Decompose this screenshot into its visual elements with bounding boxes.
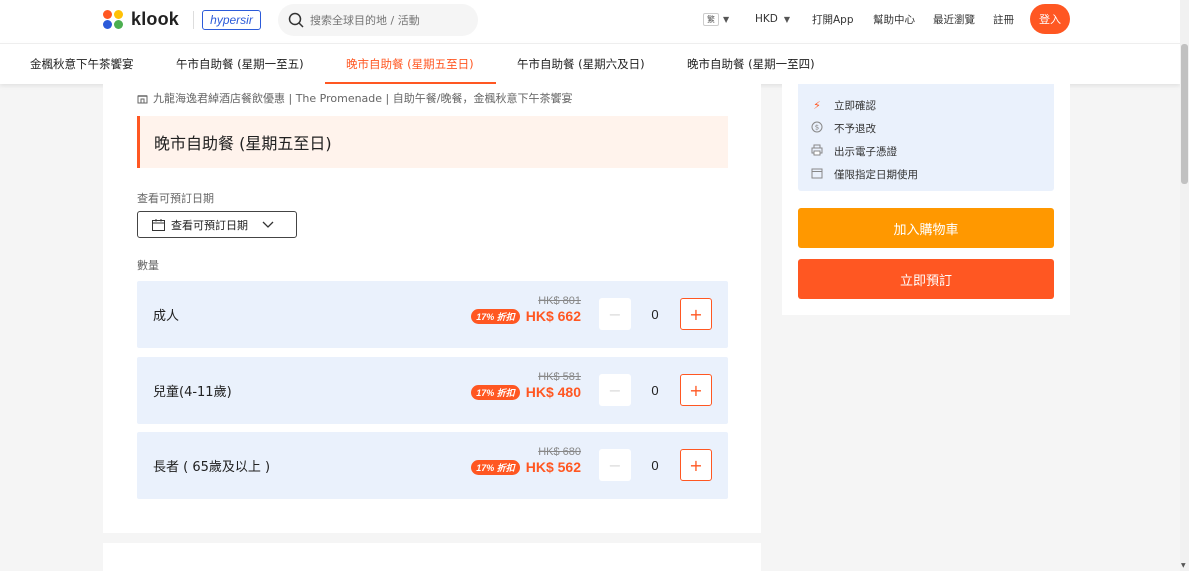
- price-block: HK$ 801 17% 折扣 HK$ 662: [471, 295, 581, 324]
- increase-quantity-button[interactable]: +: [680, 298, 712, 330]
- logo-divider: [193, 11, 194, 29]
- chevron-down-icon: ▼: [783, 14, 791, 24]
- open-app-link[interactable]: 打開App: [812, 0, 854, 38]
- quantity-label: 數量: [137, 259, 159, 272]
- price-block: HK$ 680 17% 折扣 HK$ 562: [471, 446, 581, 475]
- printer-icon: [810, 144, 824, 159]
- tab-lunch-weekend[interactable]: 午市自助餐 (星期六及日): [517, 44, 645, 84]
- increase-quantity-button[interactable]: +: [680, 374, 712, 406]
- ticket-row-adult: 成人 HK$ 801 17% 折扣 HK$ 662 − 0 +: [137, 281, 728, 348]
- svg-text:$: $: [815, 124, 819, 132]
- tab-afternoon-tea[interactable]: 金楓秋意下午茶饗宴: [30, 44, 134, 84]
- breadcrumb: 九龍海逸君綽酒店餐飲優惠 | The Promenade | 自助午餐/晚餐，金…: [137, 90, 572, 106]
- help-center-link[interactable]: 幫助中心: [873, 0, 915, 38]
- ticket-row-senior: 長者 ( 65歲及以上 ) HK$ 680 17% 折扣 HK$ 562 − 0…: [137, 432, 728, 499]
- feature-text: 僅限指定日期使用: [834, 169, 918, 181]
- feature-list: ⚡ 立即確認 $ 不予退改 出示電子憑證 僅限指定日期使用: [798, 84, 1054, 191]
- ticket-type-label: 兒童(4-11歲): [153, 385, 232, 400]
- original-price: HK$ 680: [538, 446, 581, 458]
- tab-dinner-fri-sun[interactable]: 晚市自助餐 (星期五至日): [346, 44, 474, 84]
- chevron-down-icon: [262, 221, 274, 228]
- original-price: HK$ 801: [538, 295, 581, 307]
- tab-lunch-weekday[interactable]: 午市自助餐 (星期一至五): [176, 44, 304, 84]
- discount-badge: 17% 折扣: [471, 384, 520, 400]
- search-input[interactable]: [310, 13, 460, 27]
- quantity-value: 0: [651, 457, 659, 473]
- book-now-button[interactable]: 立即預訂: [798, 259, 1054, 299]
- bolt-icon: ⚡: [813, 99, 821, 112]
- decrease-quantity-button[interactable]: −: [599, 298, 631, 330]
- quantity-value: 0: [651, 306, 659, 322]
- discounted-price: HK$ 662: [525, 308, 581, 324]
- klook-logo-icon: [103, 9, 125, 30]
- ticket-type-label: 成人: [153, 309, 180, 324]
- decrease-quantity-button[interactable]: −: [599, 374, 631, 406]
- package-tabs: 金楓秋意下午茶饗宴 午市自助餐 (星期一至五) 晚市自助餐 (星期五至日) 午市…: [0, 43, 1180, 84]
- language-selector[interactable]: 繁 ▼: [703, 0, 729, 38]
- package-title: 晚市自助餐 (星期五至日): [137, 116, 728, 168]
- feature-text: 立即確認: [834, 100, 876, 112]
- logo-text: klook: [131, 9, 180, 29]
- ticket-row-child: 兒童(4-11歲) HK$ 581 17% 折扣 HK$ 480 − 0 +: [137, 357, 728, 424]
- booking-sidebar: ⚡ 立即確認 $ 不予退改 出示電子憑證 僅限指定日期使用 加入購物車 立即預訂: [782, 84, 1070, 315]
- language-label: 繁: [703, 12, 719, 26]
- currency-label: HKD: [755, 13, 778, 25]
- page-scrollbar[interactable]: ▼: [1180, 0, 1189, 571]
- feature-text: 不予退改: [834, 123, 876, 135]
- discount-badge: 17% 折扣: [471, 459, 520, 475]
- currency-selector[interactable]: HKD ▼: [755, 0, 790, 38]
- search-bar[interactable]: [278, 4, 478, 36]
- discounted-price: HK$ 562: [525, 459, 581, 475]
- tab-dinner-mon-thu[interactable]: 晚市自助餐 (星期一至四): [687, 44, 815, 84]
- check-dates-label: 查看可預訂日期: [171, 218, 248, 232]
- decrease-quantity-button[interactable]: −: [599, 449, 631, 481]
- discount-badge: 17% 折扣: [471, 308, 520, 324]
- increase-quantity-button[interactable]: +: [680, 449, 712, 481]
- quantity-value: 0: [651, 382, 659, 398]
- feature-item: $ 不予退改: [798, 117, 1054, 140]
- store-icon: [137, 94, 148, 103]
- price-block: HK$ 581 17% 折扣 HK$ 480: [471, 371, 581, 400]
- recently-viewed-link[interactable]: 最近瀏覽: [933, 0, 975, 38]
- search-icon: [288, 12, 304, 28]
- package-details-card: 九龍海逸君綽酒店餐飲優惠 | The Promenade | 自助午餐/晚餐，金…: [103, 84, 761, 533]
- partner-logo[interactable]: hypersir: [202, 10, 261, 30]
- calendar-icon: [152, 218, 165, 231]
- calendar-icon: [810, 167, 824, 182]
- feature-text: 出示電子憑證: [834, 146, 897, 158]
- add-to-cart-button[interactable]: 加入購物車: [798, 208, 1054, 248]
- date-label: 查看可預訂日期: [137, 192, 214, 205]
- breadcrumb-text: 九龍海逸君綽酒店餐飲優惠 | The Promenade | 自助午餐/晚餐，金…: [153, 92, 573, 105]
- ticket-type-label: 長者 ( 65歲及以上 ): [153, 460, 271, 475]
- scrollbar-thumb[interactable]: [1181, 44, 1188, 184]
- discounted-price: HK$ 480: [525, 384, 581, 400]
- feature-item: 出示電子憑證: [798, 140, 1054, 163]
- next-section-card: [103, 543, 761, 571]
- login-button[interactable]: 登入: [1030, 4, 1070, 34]
- feature-item: ⚡ 立即確認: [798, 94, 1054, 117]
- original-price: HK$ 581: [538, 371, 581, 383]
- scroll-down-arrow-icon[interactable]: ▼: [1181, 562, 1186, 569]
- klook-logo[interactable]: klook: [103, 9, 179, 30]
- feature-item: 僅限指定日期使用: [798, 163, 1054, 186]
- top-header: klook hypersir 繁 ▼ HKD ▼ 打開App 幫助中心 最近瀏覽…: [0, 0, 1180, 43]
- dollar-icon: $: [810, 121, 824, 136]
- check-dates-button[interactable]: 查看可預訂日期: [137, 211, 297, 238]
- chevron-down-icon: ▼: [723, 14, 730, 24]
- signup-link[interactable]: 註冊: [993, 0, 1014, 38]
